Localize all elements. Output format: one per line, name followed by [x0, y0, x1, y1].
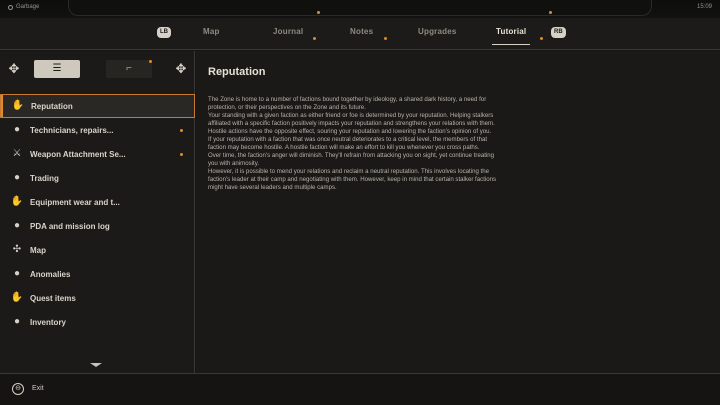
- list-item-label: Quest items: [30, 293, 76, 303]
- weapon-icon: ⌐: [126, 63, 132, 74]
- content-title: Reputation: [208, 66, 266, 78]
- content-paragraph: The Zone is home to a number of factions…: [208, 96, 487, 111]
- list-item-label: Technicians, repairs...: [30, 125, 114, 135]
- bag-icon: ●: [13, 268, 21, 279]
- tab-journal[interactable]: Journal: [273, 27, 303, 36]
- content-paragraph: Hostile actions have the opposite effect…: [208, 128, 492, 135]
- list-icon: ☰: [52, 63, 62, 74]
- list-item-equipment-wear[interactable]: ✋ Equipment wear and t...: [0, 190, 195, 214]
- content-body: The Zone is home to a number of factions…: [208, 96, 504, 192]
- tab-notes[interactable]: Notes: [350, 27, 373, 36]
- list-item-trading[interactable]: ● Trading: [0, 166, 195, 190]
- tab-map[interactable]: Map: [203, 27, 220, 36]
- hand-icon: ✋: [10, 196, 24, 207]
- bag-icon: ●: [13, 220, 21, 231]
- dpad-left-icon: ✥: [8, 61, 20, 76]
- footer-bar: ⊖ Exit: [0, 373, 720, 405]
- list-item-label: Trading: [30, 173, 59, 183]
- compass-icon: ✣: [12, 244, 22, 255]
- list-item-label: Reputation: [31, 101, 73, 111]
- bag-icon: ●: [13, 316, 21, 327]
- exit-label[interactable]: Exit: [32, 385, 44, 392]
- content-paragraph: Your standing with a given faction as ei…: [208, 112, 495, 127]
- list-item-label: Anomalies: [30, 269, 71, 279]
- exit-button-icon[interactable]: ⊖: [12, 383, 24, 395]
- rb-button[interactable]: RB: [551, 27, 566, 38]
- list-item-label: Inventory: [30, 317, 67, 327]
- hud-indicator: [549, 11, 552, 14]
- location-pin-icon: [8, 4, 13, 10]
- topic-list: ✋ Reputation ● Technicians, repairs... ⚔…: [0, 94, 195, 334]
- list-item-technicians[interactable]: ● Technicians, repairs...: [0, 118, 195, 142]
- clock: 15:09: [696, 4, 712, 10]
- bag-icon: ●: [13, 172, 21, 183]
- hand-icon: ✋: [11, 100, 25, 111]
- list-item-weapon-attachment[interactable]: ⚔ Weapon Attachment Se...: [0, 142, 195, 166]
- hand-icon: ✋: [10, 292, 24, 303]
- sidebar-tabs: ✥ ☰ ⌐ ✥: [0, 51, 195, 89]
- tab-upgrades[interactable]: Upgrades: [418, 27, 457, 36]
- location-name: Garbage: [16, 4, 40, 10]
- tab-weapons[interactable]: ⌐: [106, 60, 152, 78]
- lb-button[interactable]: LB: [157, 27, 171, 38]
- notification-dot: [384, 37, 387, 40]
- notification-dot: [540, 37, 543, 40]
- notification-dot: [180, 129, 183, 132]
- content-paragraph: Over time, the faction's anger will dimi…: [208, 152, 495, 167]
- bag-icon: ●: [13, 124, 21, 135]
- dpad-right-icon: ✥: [175, 61, 187, 76]
- notification-dot: [313, 37, 316, 40]
- location-indicator: Garbage: [8, 4, 39, 10]
- list-item-reputation[interactable]: ✋ Reputation: [0, 94, 195, 118]
- notification-dot: [149, 60, 152, 63]
- list-item-anomalies[interactable]: ● Anomalies: [0, 262, 195, 286]
- notification-dot: [180, 153, 183, 156]
- status-bar: Garbage 15:09: [0, 0, 720, 18]
- content-paragraph: However, it is possible to mend your rel…: [208, 168, 497, 191]
- scroll-down-arrow-icon[interactable]: [90, 363, 102, 367]
- main-nav: LB Map Journal Notes Upgrades Tutorial R…: [0, 18, 720, 50]
- list-item-inventory[interactable]: ● Inventory: [0, 310, 195, 334]
- list-item-quest-items[interactable]: ✋ Quest items: [0, 286, 195, 310]
- list-item-label: Weapon Attachment Se...: [30, 149, 126, 159]
- list-item-pda[interactable]: ● PDA and mission log: [0, 214, 195, 238]
- list-item-map[interactable]: ✣ Map: [0, 238, 195, 262]
- list-item-label: Equipment wear and t...: [30, 197, 120, 207]
- tab-topics-list[interactable]: ☰: [34, 60, 80, 78]
- tutorial-content: Reputation The Zone is home to a number …: [196, 51, 720, 373]
- rifle-icon: ⚔: [12, 148, 22, 159]
- list-item-label: Map: [30, 245, 46, 255]
- content-paragraph: If your reputation with a faction that w…: [208, 136, 488, 151]
- hud-frame: [68, 0, 652, 16]
- list-item-label: PDA and mission log: [30, 221, 110, 231]
- tutorial-sidebar: ✥ ☰ ⌐ ✥ ✋ Reputation ● Technicians, repa…: [0, 51, 195, 373]
- tab-tutorial[interactable]: Tutorial: [491, 27, 531, 45]
- hud-indicator: [317, 11, 320, 14]
